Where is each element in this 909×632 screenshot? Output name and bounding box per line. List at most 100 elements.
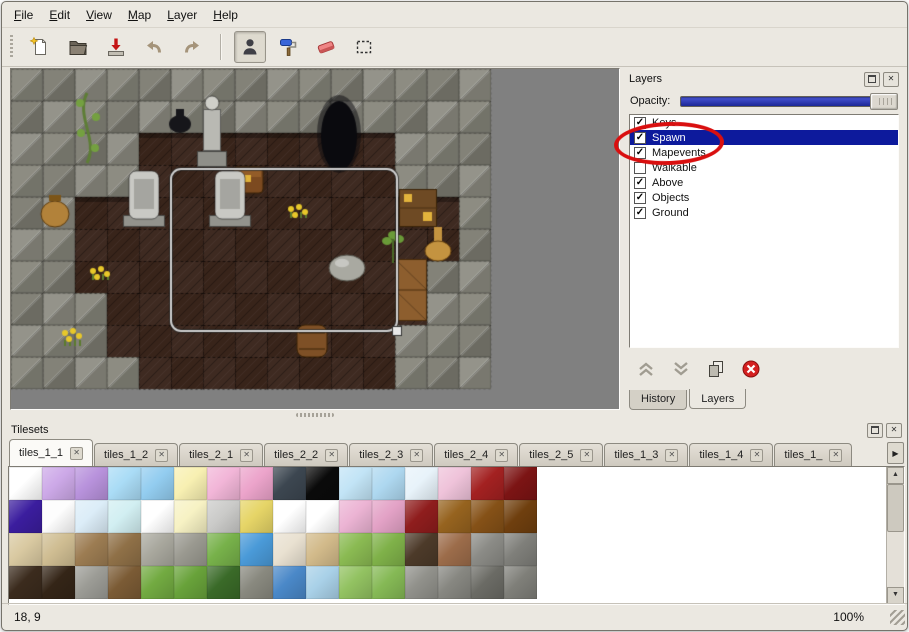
palette-tile[interactable] bbox=[108, 533, 141, 566]
palette-tile[interactable] bbox=[75, 533, 108, 566]
undo-button[interactable] bbox=[138, 31, 170, 63]
tileset-scrollbar[interactable]: ▲ ▼ bbox=[886, 467, 904, 604]
tab-close-icon[interactable]: ✕ bbox=[665, 449, 678, 462]
tab-close-icon[interactable]: ✕ bbox=[495, 449, 508, 462]
tileset-tab-tiles_2_1[interactable]: tiles_2_1✕ bbox=[179, 443, 263, 466]
palette-tile[interactable] bbox=[108, 566, 141, 599]
tileset-tab-tiles_2_2[interactable]: tiles_2_2✕ bbox=[264, 443, 348, 466]
resize-grip[interactable] bbox=[890, 610, 905, 625]
palette-tile[interactable] bbox=[306, 500, 339, 533]
layer-row-keys[interactable]: ✓Keys bbox=[630, 115, 898, 130]
tab-close-icon[interactable]: ✕ bbox=[580, 449, 593, 462]
palette-tile[interactable] bbox=[504, 566, 537, 599]
layer-visibility-checkbox[interactable]: ✓ bbox=[634, 177, 646, 189]
palette-tile[interactable] bbox=[372, 500, 405, 533]
fill-tool-button[interactable] bbox=[272, 31, 304, 63]
palette-tile[interactable] bbox=[438, 500, 471, 533]
palette-tile[interactable] bbox=[405, 467, 438, 500]
scroll-up-icon[interactable]: ▲ bbox=[887, 467, 904, 484]
menu-map[interactable]: Map bbox=[120, 5, 159, 25]
close-panel-icon[interactable]: ✕ bbox=[886, 423, 902, 438]
palette-tile[interactable] bbox=[339, 566, 372, 599]
menu-help[interactable]: Help bbox=[205, 5, 246, 25]
palette-tile[interactable] bbox=[240, 467, 273, 500]
palette-tile[interactable] bbox=[471, 467, 504, 500]
layer-visibility-checkbox[interactable]: ✓ bbox=[634, 117, 646, 129]
float-panel-icon[interactable] bbox=[864, 72, 880, 87]
palette-tile[interactable] bbox=[9, 566, 42, 599]
tab-close-icon[interactable]: ✕ bbox=[325, 449, 338, 462]
layer-row-objects[interactable]: ✓Objects bbox=[630, 190, 898, 205]
duplicate-layer-button[interactable] bbox=[704, 358, 728, 380]
palette-tile[interactable] bbox=[207, 467, 240, 500]
raise-layer-button[interactable] bbox=[634, 358, 658, 380]
palette-tile[interactable] bbox=[141, 467, 174, 500]
palette-tile[interactable] bbox=[471, 566, 504, 599]
palette-tile[interactable] bbox=[306, 533, 339, 566]
panel-tab-layers[interactable]: Layers bbox=[689, 389, 746, 409]
tab-close-icon[interactable]: ✕ bbox=[410, 449, 423, 462]
palette-tile[interactable] bbox=[9, 500, 42, 533]
palette-tile[interactable] bbox=[75, 566, 108, 599]
lower-layer-button[interactable] bbox=[669, 358, 693, 380]
new-map-button[interactable] bbox=[24, 31, 56, 63]
palette-tile[interactable] bbox=[306, 566, 339, 599]
palette-tile[interactable] bbox=[75, 467, 108, 500]
palette-tile[interactable] bbox=[207, 500, 240, 533]
layer-visibility-checkbox[interactable]: ✓ bbox=[634, 132, 646, 144]
palette-tile[interactable] bbox=[141, 533, 174, 566]
redo-button[interactable] bbox=[176, 31, 208, 63]
palette-tile[interactable] bbox=[240, 500, 273, 533]
layer-visibility-checkbox[interactable]: ✓ bbox=[634, 192, 646, 204]
tab-close-icon[interactable]: ✕ bbox=[155, 449, 168, 462]
save-map-button[interactable] bbox=[100, 31, 132, 63]
tileset-tab-tiles_2_4[interactable]: tiles_2_4✕ bbox=[434, 443, 518, 466]
scroll-down-icon[interactable]: ▼ bbox=[887, 587, 904, 604]
stamp-tool-button[interactable] bbox=[234, 31, 266, 63]
palette-tile[interactable] bbox=[405, 533, 438, 566]
palette-tile[interactable] bbox=[141, 500, 174, 533]
layer-visibility-checkbox[interactable]: ✓ bbox=[634, 147, 646, 159]
tab-close-icon[interactable]: ✕ bbox=[240, 449, 253, 462]
palette-tile[interactable] bbox=[405, 566, 438, 599]
toolbar-drag-handle[interactable] bbox=[10, 35, 13, 59]
menu-layer[interactable]: Layer bbox=[159, 5, 205, 25]
palette-tile[interactable] bbox=[273, 566, 306, 599]
palette-tile[interactable] bbox=[306, 467, 339, 500]
palette-tile[interactable] bbox=[108, 467, 141, 500]
palette-tile[interactable] bbox=[42, 566, 75, 599]
palette-tile[interactable] bbox=[504, 500, 537, 533]
tileset-tab-tiles_1_1[interactable]: tiles_1_1✕ bbox=[9, 439, 93, 466]
palette-tile[interactable] bbox=[372, 467, 405, 500]
palette-tile[interactable] bbox=[339, 533, 372, 566]
palette-tile[interactable] bbox=[207, 566, 240, 599]
tab-close-icon[interactable]: ✕ bbox=[750, 449, 763, 462]
palette-tile[interactable] bbox=[438, 566, 471, 599]
tab-close-icon[interactable]: ✕ bbox=[70, 447, 83, 460]
layer-row-ground[interactable]: ✓Ground bbox=[630, 205, 898, 220]
tab-scroll-right-button[interactable]: ▶ bbox=[887, 442, 904, 464]
palette-tile[interactable] bbox=[504, 467, 537, 500]
palette-tile[interactable] bbox=[405, 500, 438, 533]
float-panel-icon[interactable] bbox=[867, 423, 883, 438]
layer-row-above[interactable]: ✓Above bbox=[630, 175, 898, 190]
select-tool-button[interactable] bbox=[348, 31, 380, 63]
palette-tile[interactable] bbox=[471, 533, 504, 566]
tileset-tab-tiles_1_[interactable]: tiles_1_✕ bbox=[774, 443, 852, 466]
layer-row-walkable[interactable]: Walkable bbox=[630, 160, 898, 175]
palette-tile[interactable] bbox=[372, 533, 405, 566]
menu-view[interactable]: View bbox=[78, 5, 120, 25]
scrollbar-thumb[interactable] bbox=[887, 484, 904, 532]
tileset-tab-tiles_1_2[interactable]: tiles_1_2✕ bbox=[94, 443, 178, 466]
tab-close-icon[interactable]: ✕ bbox=[829, 449, 842, 462]
palette-tile[interactable] bbox=[273, 467, 306, 500]
palette-tile[interactable] bbox=[504, 533, 537, 566]
layer-row-mapevents[interactable]: ✓Mapevents bbox=[630, 145, 898, 160]
palette-tile[interactable] bbox=[75, 500, 108, 533]
palette-tile[interactable] bbox=[372, 566, 405, 599]
layer-visibility-checkbox[interactable] bbox=[634, 162, 646, 174]
tileset-tab-tiles_1_3[interactable]: tiles_1_3✕ bbox=[604, 443, 688, 466]
palette-tile[interactable] bbox=[273, 500, 306, 533]
map-canvas[interactable] bbox=[11, 69, 619, 409]
tileset-tab-tiles_1_4[interactable]: tiles_1_4✕ bbox=[689, 443, 773, 466]
